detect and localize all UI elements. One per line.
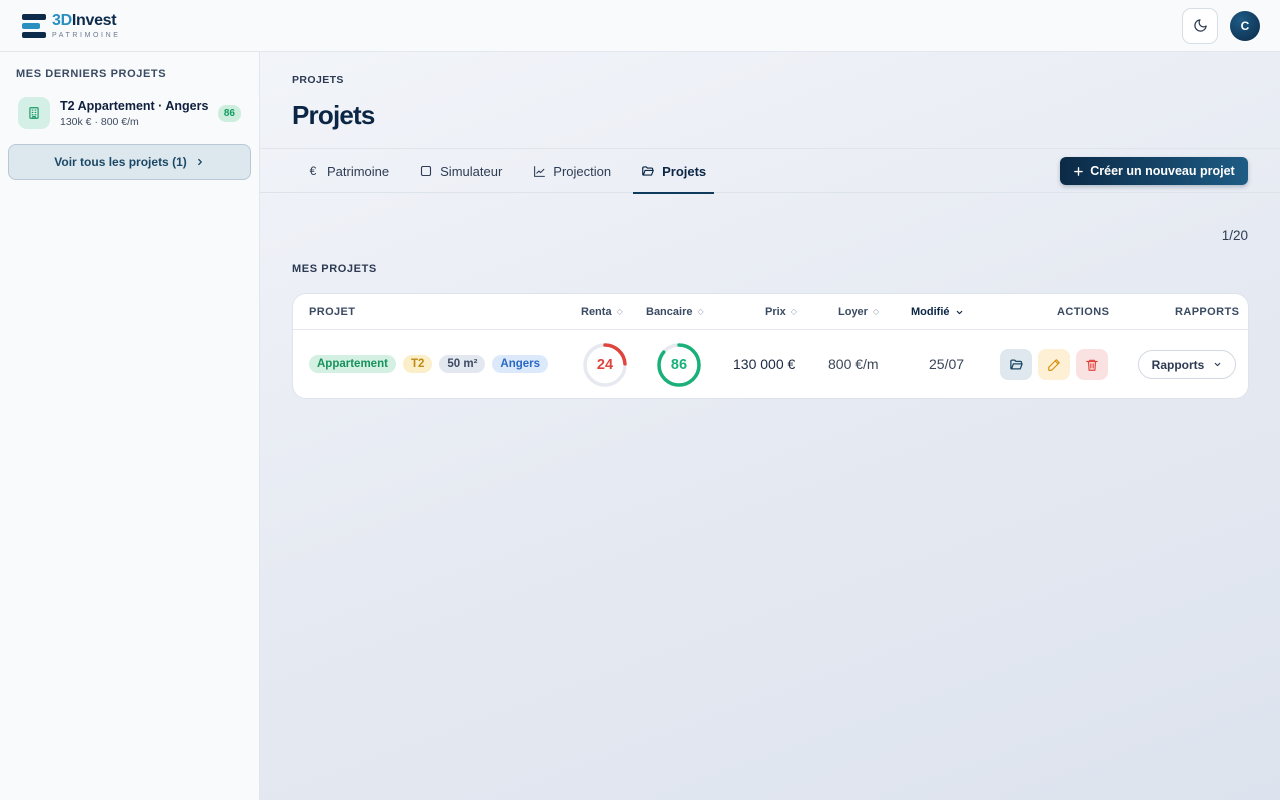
tab-projection[interactable]: Projection — [524, 149, 619, 193]
moon-icon — [1193, 19, 1207, 32]
tag-city: Angers — [492, 355, 549, 373]
price-cell: 130 000 € — [733, 356, 796, 372]
app-subtitle: PATRIMOINE — [52, 31, 121, 39]
folder-open-icon — [641, 164, 655, 178]
table-row[interactable]: Appartement T2 50 m² Angers 24 86 130 00… — [293, 330, 1248, 398]
chart-line-icon — [532, 164, 546, 178]
reports-dropdown-button[interactable]: Rapports — [1138, 350, 1236, 379]
sidebar: MES DERNIERS PROJETS T2 Appartement · An… — [0, 52, 260, 800]
bancaire-value: 86 — [670, 357, 688, 373]
folder-open-icon — [1009, 359, 1023, 370]
tag-surface: 50 m² — [439, 355, 486, 373]
sort-icon: ◇ — [697, 307, 704, 316]
section-label: MES PROJETS — [292, 263, 377, 275]
sort-icon: ◇ — [616, 307, 623, 316]
renta-value: 24 — [596, 357, 614, 373]
recent-project-meta: 130k € · 800 €/m — [60, 115, 139, 128]
tag-layout: T2 — [402, 355, 433, 373]
modified-cell: 25/07 — [929, 356, 965, 372]
breadcrumb[interactable]: PROJETS — [292, 74, 344, 86]
edit-project-button[interactable] — [1038, 349, 1070, 380]
recent-project-name: T2 Appartement · Angers — [60, 98, 209, 113]
bancaire-gauge: 86 — [656, 342, 702, 388]
plus-icon — [1074, 166, 1084, 176]
tab-projets[interactable]: Projets — [633, 149, 715, 194]
create-project-button[interactable]: Créer un nouveau projet — [1060, 157, 1248, 185]
rent-cell: 800 €/m — [828, 356, 879, 372]
header-loyer[interactable]: Loyer ◇ — [838, 306, 879, 318]
chevron-right-icon — [197, 158, 202, 166]
open-project-button[interactable] — [1000, 349, 1032, 380]
project-tags: Appartement T2 50 m² Angers — [309, 355, 549, 373]
logo-mark-icon — [22, 13, 46, 39]
square-icon — [419, 164, 433, 178]
delete-project-button[interactable] — [1076, 349, 1108, 380]
header-bancaire[interactable]: Bancaire ◇ — [646, 306, 704, 318]
projects-table: PROJET Renta ◇ Bancaire ◇ Prix ◇ Loyer ◇ Mod… — [292, 293, 1249, 399]
renta-gauge: 24 — [582, 342, 628, 388]
header-prix[interactable]: Prix ◇ — [765, 306, 797, 318]
header-modifie[interactable]: Modifié — [911, 306, 964, 318]
sort-icon: ◇ — [872, 307, 880, 316]
recent-project-score-badge: 86 — [217, 104, 241, 122]
header-actions: ACTIONS — [1057, 306, 1110, 318]
main-content: PROJETS Projets € Patrimoine Simulateur … — [260, 52, 1280, 800]
tab-simulateur[interactable]: Simulateur — [411, 149, 510, 193]
tab-patrimoine[interactable]: € Patrimoine — [298, 149, 397, 193]
app-name: 3DInvest — [52, 11, 117, 29]
header-projet: PROJET — [309, 306, 356, 318]
header-renta[interactable]: Renta ◇ — [581, 306, 623, 318]
table-header: PROJET Renta ◇ Bancaire ◇ Prix ◇ Loyer ◇ Mod… — [293, 294, 1248, 330]
top-bar: 3DInvest PATRIMOINE C — [0, 0, 1280, 52]
building-icon — [18, 97, 50, 129]
pencil-icon — [1048, 358, 1060, 371]
tab-bar: € Patrimoine Simulateur Projection Proje… — [260, 148, 1280, 194]
page-title: Projets — [292, 100, 375, 130]
trash-icon — [1086, 359, 1098, 371]
chevron-down-icon — [1215, 362, 1221, 367]
header-rapports: RAPPORTS — [1175, 306, 1240, 318]
view-all-projects-button[interactable]: Voir tous les projets (1) — [8, 144, 251, 180]
tag-type: Appartement — [309, 355, 396, 373]
chevron-down-icon — [956, 310, 962, 314]
app-logo[interactable]: 3DInvest PATRIMOINE — [22, 11, 121, 39]
sidebar-title: MES DERNIERS PROJETS — [16, 68, 167, 80]
euro-icon: € — [309, 164, 317, 178]
pagination-indicator: 1/20 — [1221, 228, 1248, 243]
user-avatar[interactable]: C — [1230, 10, 1260, 41]
theme-toggle-button[interactable] — [1182, 7, 1218, 44]
sort-icon: ◇ — [790, 307, 797, 316]
sidebar-recent-project[interactable]: T2 Appartement · Angers 130k € · 800 €/m… — [8, 96, 251, 130]
